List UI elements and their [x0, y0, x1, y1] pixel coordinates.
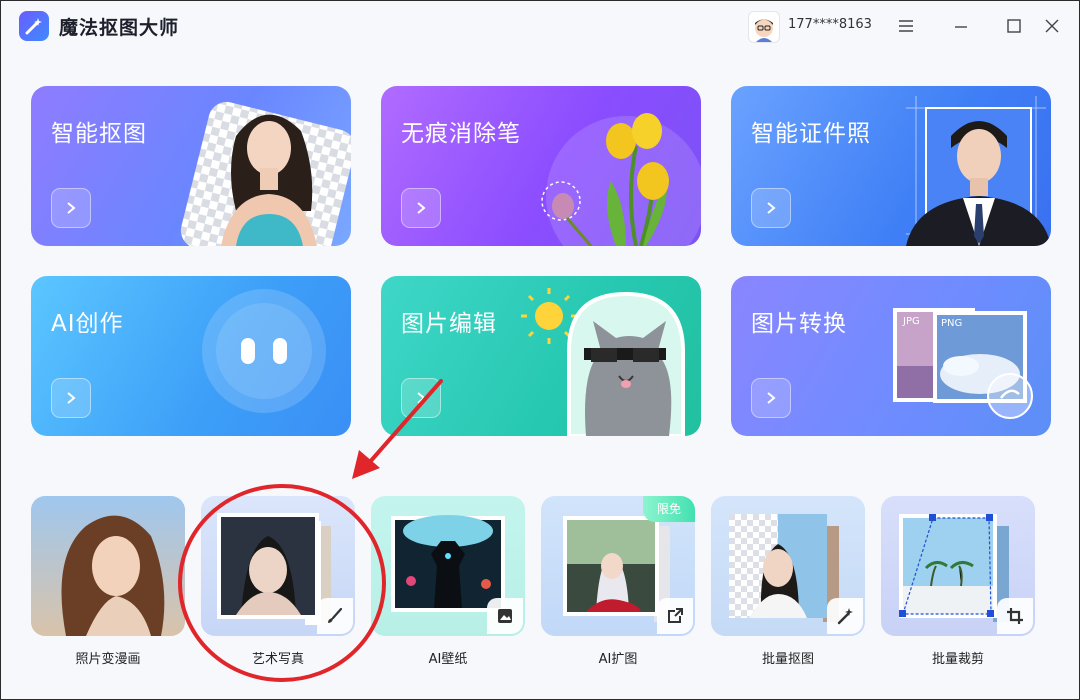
minimize-icon — [955, 26, 967, 28]
card-arrow-button[interactable] — [401, 378, 441, 418]
tool-art-portrait[interactable] — [201, 496, 355, 636]
card-arrow-button[interactable] — [751, 188, 791, 228]
card-eraser[interactable]: 无痕消除笔 — [381, 86, 701, 246]
app-logo-icon — [19, 11, 49, 41]
chevron-right-icon — [767, 202, 776, 214]
user-phone[interactable]: 177****8163 — [788, 17, 872, 32]
annotation-arrowhead — [352, 450, 380, 479]
tool-label: 艺术写真 — [251, 652, 304, 667]
tool-label: 批量裁剪 — [931, 652, 984, 667]
close-icon — [1045, 19, 1059, 33]
chevron-right-icon — [767, 392, 776, 404]
free-badge: 限免 — [643, 496, 695, 522]
chevron-right-icon — [67, 392, 76, 404]
card-image-convert[interactable]: JPG PNG 图片转换 — [731, 276, 1051, 436]
tool-batch-cutout[interactable] — [711, 496, 865, 636]
chevron-right-icon — [417, 392, 426, 404]
format-tag: JPG — [903, 316, 920, 327]
card-title: AI创作 — [51, 311, 124, 337]
card-id-photo[interactable]: 智能证件照 — [731, 86, 1051, 246]
card-smart-cutout[interactable]: 智能抠图 — [31, 86, 351, 246]
card-title: 图片转换 — [751, 311, 847, 337]
magic-wand-icon — [837, 608, 853, 625]
chevron-right-icon — [67, 202, 76, 214]
card-arrow-button[interactable] — [51, 188, 91, 228]
image-badge — [487, 598, 523, 634]
tool-batch-crop[interactable] — [881, 496, 1035, 636]
card-ai-create[interactable]: AI创作 — [31, 276, 351, 436]
tool-label: AI扩图 — [598, 652, 638, 667]
magic-wand-badge — [827, 598, 863, 634]
menu-button[interactable] — [891, 11, 921, 41]
minimize-button[interactable] — [946, 11, 976, 41]
tool-label: AI壁纸 — [428, 652, 468, 667]
card-title: 智能抠图 — [51, 121, 147, 147]
brush-icon — [328, 607, 343, 623]
card-title: 智能证件照 — [751, 121, 871, 147]
title-bar: 魔法抠图大师 177****8163 — [1, 1, 1079, 51]
app-title: 魔法抠图大师 — [59, 17, 180, 39]
maximize-button[interactable] — [999, 11, 1029, 41]
card-arrow-button[interactable] — [751, 378, 791, 418]
app-window: 魔法抠图大师 177****8163 智能抠图 无痕消除笔 智能证件照 AI创作… — [0, 0, 1080, 700]
chevron-right-icon — [417, 202, 426, 214]
card-arrow-button[interactable] — [51, 378, 91, 418]
menu-icon — [899, 20, 913, 32]
card-image-edit[interactable]: 图片编辑 — [381, 276, 701, 436]
tool-photo-to-comic[interactable] — [31, 496, 185, 636]
tool-label: 批量抠图 — [761, 652, 814, 667]
card-arrow-button[interactable] — [401, 188, 441, 228]
brush-badge — [317, 598, 353, 634]
user-avatar[interactable] — [748, 11, 780, 43]
card-title: 无痕消除笔 — [401, 121, 521, 147]
expand-icon — [668, 608, 683, 623]
tool-label: 照片变漫画 — [75, 652, 141, 667]
maximize-icon — [1007, 19, 1021, 33]
crop-icon — [1007, 608, 1023, 624]
tool-ai-wallpaper[interactable] — [371, 496, 525, 636]
card-title: 图片编辑 — [401, 311, 497, 337]
expand-badge — [657, 598, 693, 634]
format-tag: PNG — [941, 318, 963, 329]
crop-badge — [997, 598, 1033, 634]
comic-portrait-thumbnail — [61, 515, 165, 636]
close-button[interactable] — [1037, 11, 1067, 41]
tool-ai-expand[interactable]: 限免 — [541, 496, 695, 636]
image-icon — [498, 609, 512, 623]
